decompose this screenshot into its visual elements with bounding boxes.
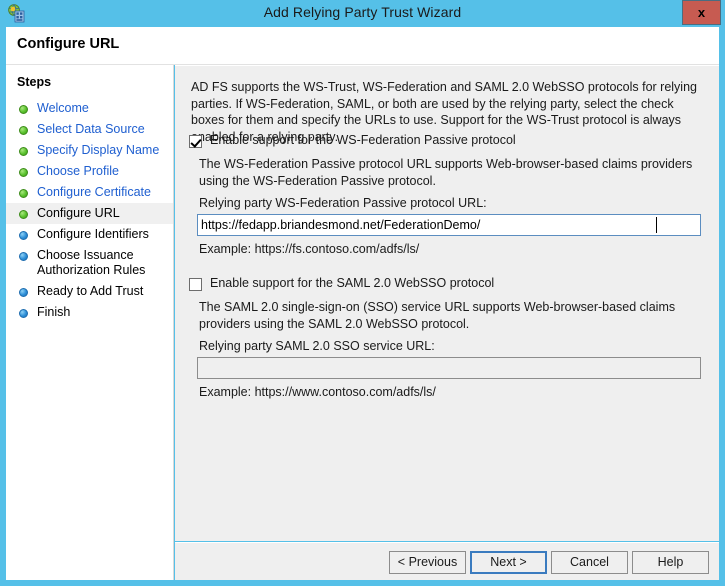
help-button[interactable]: Help [632,551,709,574]
sidebar-item-label: Configure Identifiers [37,227,149,241]
sidebar-item-label: Configure Certificate [37,185,151,199]
sidebar-item-label: Ready to Add Trust [37,284,144,298]
header-band: Configure URL [6,27,719,65]
step-bullet-icon [19,252,28,261]
sidebar-item-finish[interactable]: Finish [6,302,173,323]
saml-example: Example: https://www.contoso.com/adfs/ls… [199,385,436,399]
previous-button[interactable]: < Previous [389,551,466,574]
sidebar-item-label: Welcome [37,101,89,115]
step-bullet-icon [19,147,28,156]
content-panel: AD FS supports the WS-Trust, WS-Federati… [175,65,719,541]
step-bullet-icon [19,309,28,318]
saml-url-input[interactable] [197,357,701,379]
title-bar: Add Relying Party Trust Wizard x [0,0,725,27]
sidebar-item-label: Choose Issuance Authorization Rules [37,248,146,277]
step-bullet-icon [19,210,28,219]
step-bullet-icon [19,126,28,135]
sidebar-item-choose-profile[interactable]: Choose Profile [6,161,173,182]
steps-list: Welcome Select Data Source Specify Displ… [6,98,173,323]
button-bar: < Previous Next > Cancel Help [175,542,719,580]
saml-description: The SAML 2.0 single-sign-on (SSO) servic… [199,300,676,331]
window-title: Add Relying Party Trust Wizard [263,4,462,20]
cancel-button[interactable]: Cancel [551,551,628,574]
sidebar-item-select-data-source[interactable]: Select Data Source [6,119,173,140]
saml-checkbox-label: Enable support for the SAML 2.0 WebSSO p… [210,276,495,290]
close-icon[interactable]: x [682,0,721,25]
step-bullet-icon [19,189,28,198]
saml-url-label: Relying party SAML 2.0 SSO service URL: [199,339,435,353]
wsfed-checkbox-label: Enable support for the WS-Federation Pas… [210,133,516,147]
sidebar-item-configure-url[interactable]: Configure URL [6,203,173,224]
sidebar-item-ready-to-add-trust[interactable]: Ready to Add Trust [6,281,173,302]
next-button[interactable]: Next > [470,551,547,574]
saml-enable-checkbox[interactable] [189,278,202,291]
steps-heading: Steps [17,75,52,89]
sidebar-item-label: Select Data Source [37,122,145,136]
step-bullet-icon [19,231,28,240]
sidebar-item-choose-issuance-authorization-rules[interactable]: Choose Issuance Authorization Rules [6,245,173,281]
sidebar-item-welcome[interactable]: Welcome [6,98,173,119]
sidebar-item-specify-display-name[interactable]: Specify Display Name [6,140,173,161]
step-bullet-icon [19,288,28,297]
text-caret [656,217,658,233]
sidebar-item-configure-identifiers[interactable]: Configure Identifiers [6,224,173,245]
wsfed-description: The WS-Federation Passive protocol URL s… [199,157,693,188]
sidebar-item-label: Configure URL [37,206,120,220]
wsfed-url-input[interactable] [197,214,701,236]
wsfed-url-label: Relying party WS-Federation Passive prot… [199,196,487,210]
sidebar-item-configure-certificate[interactable]: Configure Certificate [6,182,173,203]
page-title: Configure URL [17,36,120,52]
wsfed-enable-checkbox[interactable] [189,135,202,148]
step-bullet-icon [19,168,28,177]
wsfed-example: Example: https://fs.contoso.com/adfs/ls/ [199,242,420,256]
sidebar-item-label: Choose Profile [37,164,119,178]
wizard-window: Add Relying Party Trust Wizard x Configu… [0,0,725,586]
step-bullet-icon [19,105,28,114]
sidebar-item-label: Specify Display Name [37,143,160,157]
steps-sidebar: Steps Welcome Select Data Source Specify… [6,65,174,580]
sidebar-item-label: Finish [37,305,71,319]
